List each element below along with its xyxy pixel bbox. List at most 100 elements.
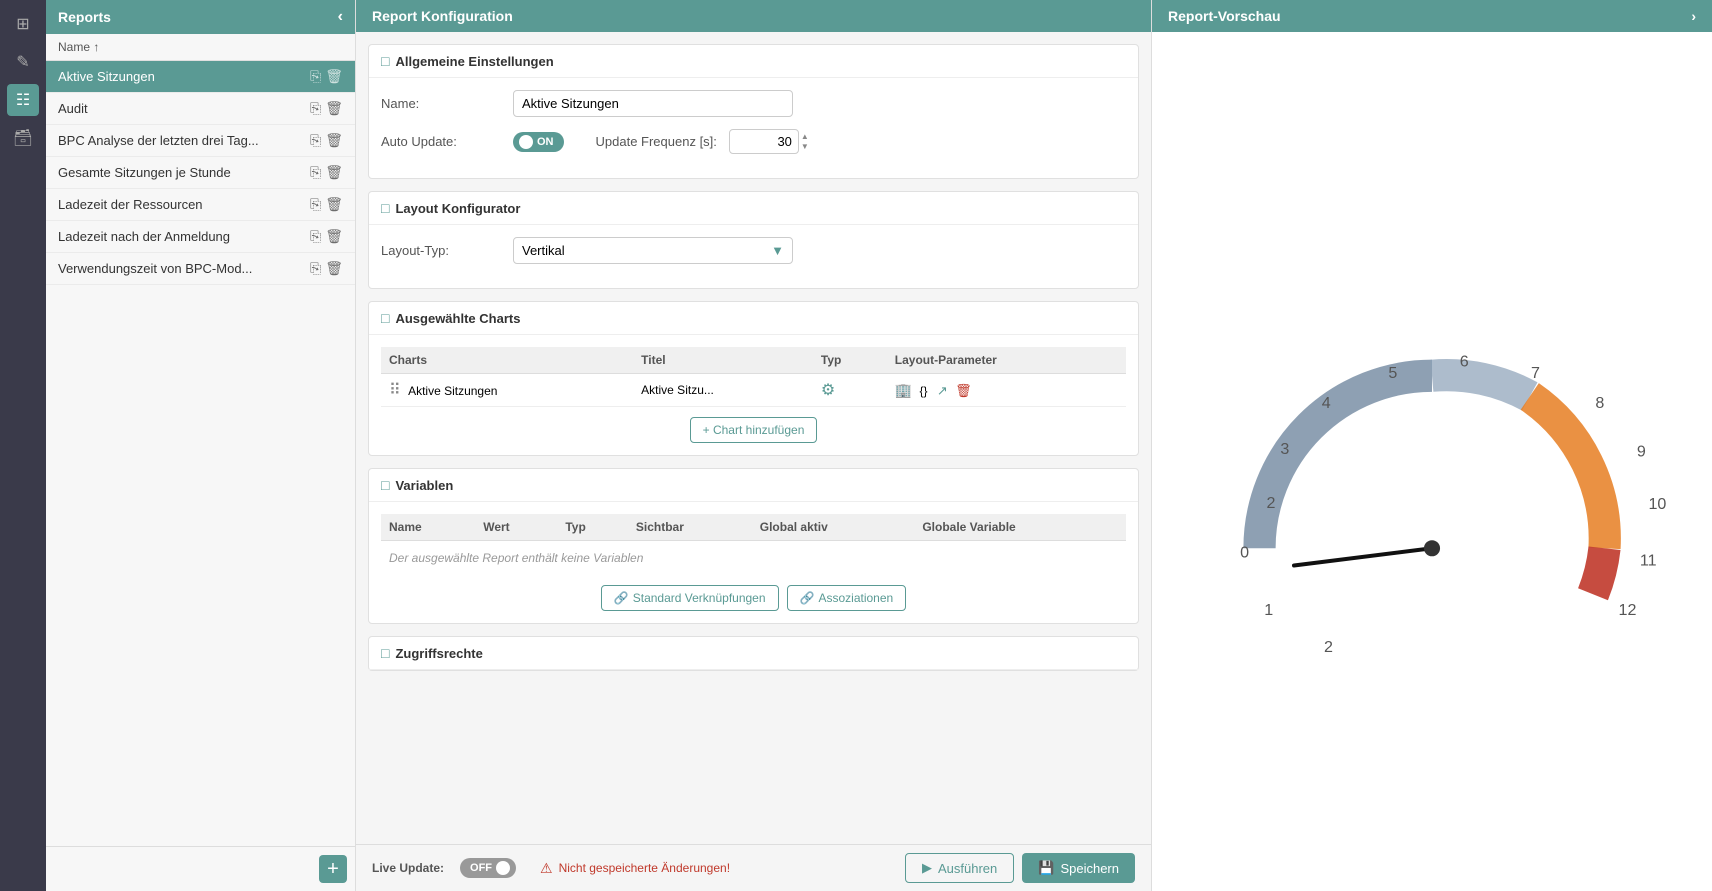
chart-row-charts: ⠿ Aktive Sitzungen <box>381 374 633 407</box>
list-item[interactable]: Ladezeit der Ressourcen ⎘ 🗑 <box>46 189 355 221</box>
delete-icon[interactable]: 🗑 <box>325 100 343 117</box>
chart-row-typ: ⚙ <box>813 374 887 407</box>
charts-collapse-icon[interactable]: □ <box>381 310 389 326</box>
general-collapse-icon[interactable]: □ <box>381 53 389 69</box>
gauge-label-3b: 3 <box>1280 439 1289 457</box>
copy-icon[interactable]: ⎘ <box>310 132 321 149</box>
variablen-header: □ Variablen <box>369 469 1138 502</box>
layout-type-value: Vertikal <box>522 243 565 258</box>
charts-col-charts: Charts <box>381 347 633 374</box>
dropdown-arrow-icon: ▼ <box>771 243 784 258</box>
chart-external-icon[interactable]: ↗ <box>937 383 948 398</box>
copy-icon[interactable]: ⎘ <box>310 164 321 181</box>
list-item-actions: ⎘ 🗑 <box>310 196 343 213</box>
center-title: Report Konfiguration <box>372 8 513 24</box>
copy-icon[interactable]: ⎘ <box>310 68 321 85</box>
list-item[interactable]: BPC Analyse der letzten drei Tag... ⎘ 🗑 <box>46 125 355 157</box>
list-item-label: Ladezeit nach der Anmeldung <box>58 229 230 244</box>
copy-icon[interactable]: ⎘ <box>310 100 321 117</box>
delete-icon[interactable]: 🗑 <box>325 164 343 181</box>
variablen-collapse-icon[interactable]: □ <box>381 477 389 493</box>
gauge-label-9: 9 <box>1637 442 1646 460</box>
live-update-toggle[interactable]: OFF <box>460 858 516 878</box>
list-item-actions: ⎘ 🗑 <box>310 68 343 85</box>
edit-nav-icon[interactable]: ✎ <box>7 46 39 78</box>
add-chart-button[interactable]: + Chart hinzufügen <box>690 417 818 443</box>
report-list: Aktive Sitzungen ⎘ 🗑 Audit ⎘ 🗑 BPC Analy… <box>46 61 355 846</box>
assoziationen-button[interactable]: 🔗 Assoziationen <box>787 585 907 611</box>
standard-verknuepfungen-button[interactable]: 🔗 Standard Verknüpfungen <box>601 585 779 611</box>
auto-update-toggle[interactable]: ON <box>513 132 564 152</box>
charts-title: Ausgewählte Charts <box>395 311 520 326</box>
freq-spinner[interactable]: ▲ ▼ <box>801 132 809 151</box>
copy-icon[interactable]: ⎘ <box>310 260 321 277</box>
gauge-label-11: 11 <box>1640 551 1657 569</box>
right-title: Report-Vorschau <box>1168 8 1281 24</box>
variablen-table: Name Wert Typ Sichtbar Global aktiv Glob… <box>381 514 1126 541</box>
collapse-left-btn[interactable]: ‹ <box>338 8 343 26</box>
warning-icon: ⚠ <box>540 860 553 877</box>
layout-type-label: Layout-Typ: <box>381 243 501 258</box>
list-item[interactable]: Gesamte Sitzungen je Stunde ⎘ 🗑 <box>46 157 355 189</box>
general-settings-body: Name: Auto Update: ON Update Frequenz [s… <box>369 78 1138 178</box>
freq-input[interactable] <box>729 129 799 154</box>
run-icon: ▶ <box>922 860 932 876</box>
run-label: Ausführen <box>938 861 997 876</box>
center-header: Report Konfiguration <box>356 0 1151 32</box>
freq-down[interactable]: ▼ <box>801 142 809 152</box>
general-title: Allgemeine Einstellungen <box>395 54 553 69</box>
db-nav-icon[interactable]: 🗃 <box>7 122 39 154</box>
delete-icon[interactable]: 🗑 <box>325 260 343 277</box>
list-item-label: Aktive Sitzungen <box>58 69 155 84</box>
list-item-label: Gesamte Sitzungen je Stunde <box>58 165 231 180</box>
list-item-label: Ladezeit der Ressourcen <box>58 197 203 212</box>
run-button[interactable]: ▶ Ausführen <box>905 853 1014 883</box>
list-item[interactable]: Verwendungszeit von BPC-Mod... ⎘ 🗑 <box>46 253 355 285</box>
layout-type-dropdown[interactable]: Vertikal ▼ <box>513 237 793 264</box>
charts-section: □ Ausgewählte Charts Charts Titel Typ La… <box>368 301 1139 456</box>
copy-icon[interactable]: ⎘ <box>310 228 321 245</box>
list-item[interactable]: Audit ⎘ 🗑 <box>46 93 355 125</box>
left-panel-header: Reports ‹ <box>46 0 355 34</box>
save-button[interactable]: 💾 Speichern <box>1022 853 1135 883</box>
charts-header: □ Ausgewählte Charts <box>369 302 1138 335</box>
chart-delete-icon[interactable]: 🗑 <box>955 383 972 398</box>
drag-handle-icon[interactable]: ⠿ <box>389 382 401 399</box>
var-col-globale-variable: Globale Variable <box>914 514 1126 541</box>
var-col-wert: Wert <box>475 514 557 541</box>
add-report-button[interactable]: + <box>319 855 347 883</box>
name-input[interactable] <box>513 90 793 117</box>
expand-right-icon[interactable]: › <box>1691 8 1696 24</box>
delete-icon[interactable]: 🗑 <box>325 68 343 85</box>
list-item-actions: ⎘ 🗑 <box>310 260 343 277</box>
layout-header: □ Layout Konfigurator <box>369 192 1138 225</box>
center-panel: Report Konfiguration □ Allgemeine Einste… <box>356 0 1152 891</box>
zugriffsrechte-section: □ Zugriffsrechte <box>368 636 1139 671</box>
variablen-btn-row: 🔗 Standard Verknüpfungen 🔗 Assoziationen <box>381 585 1126 611</box>
zugriffsrechte-collapse-icon[interactable]: □ <box>381 645 389 661</box>
delete-icon[interactable]: 🗑 <box>325 196 343 213</box>
chart-layout-org-icon: 🏢 <box>895 382 912 398</box>
chart-nav-icon[interactable]: ☷ <box>7 84 39 116</box>
sort-bar[interactable]: Name ↑ <box>46 34 355 61</box>
save-label: Speichern <box>1060 861 1119 876</box>
copy-icon[interactable]: ⎘ <box>310 196 321 213</box>
warning-message: ⚠ Nicht gespeicherte Änderungen! <box>540 860 889 877</box>
home-nav-icon[interactable]: ⊞ <box>7 8 39 40</box>
chart-layout-param: {} <box>920 384 928 398</box>
toggle-dot <box>519 135 533 149</box>
list-item[interactable]: Aktive Sitzungen ⎘ 🗑 <box>46 61 355 93</box>
charts-col-layout: Layout-Parameter <box>887 347 1126 374</box>
left-panel-footer: + <box>46 846 355 891</box>
delete-icon[interactable]: 🗑 <box>325 228 343 245</box>
list-item[interactable]: Ladezeit nach der Anmeldung ⎘ 🗑 <box>46 221 355 253</box>
layout-collapse-icon[interactable]: □ <box>381 200 389 216</box>
general-settings-header: □ Allgemeine Einstellungen <box>369 45 1138 78</box>
charts-col-typ: Typ <box>813 347 887 374</box>
live-update-label: Live Update: <box>372 861 444 875</box>
list-item-actions: ⎘ 🗑 <box>310 132 343 149</box>
freq-up[interactable]: ▲ <box>801 132 809 142</box>
layout-section: □ Layout Konfigurator Layout-Typ: Vertik… <box>368 191 1139 289</box>
delete-icon[interactable]: 🗑 <box>325 132 343 149</box>
save-icon: 💾 <box>1038 860 1054 876</box>
